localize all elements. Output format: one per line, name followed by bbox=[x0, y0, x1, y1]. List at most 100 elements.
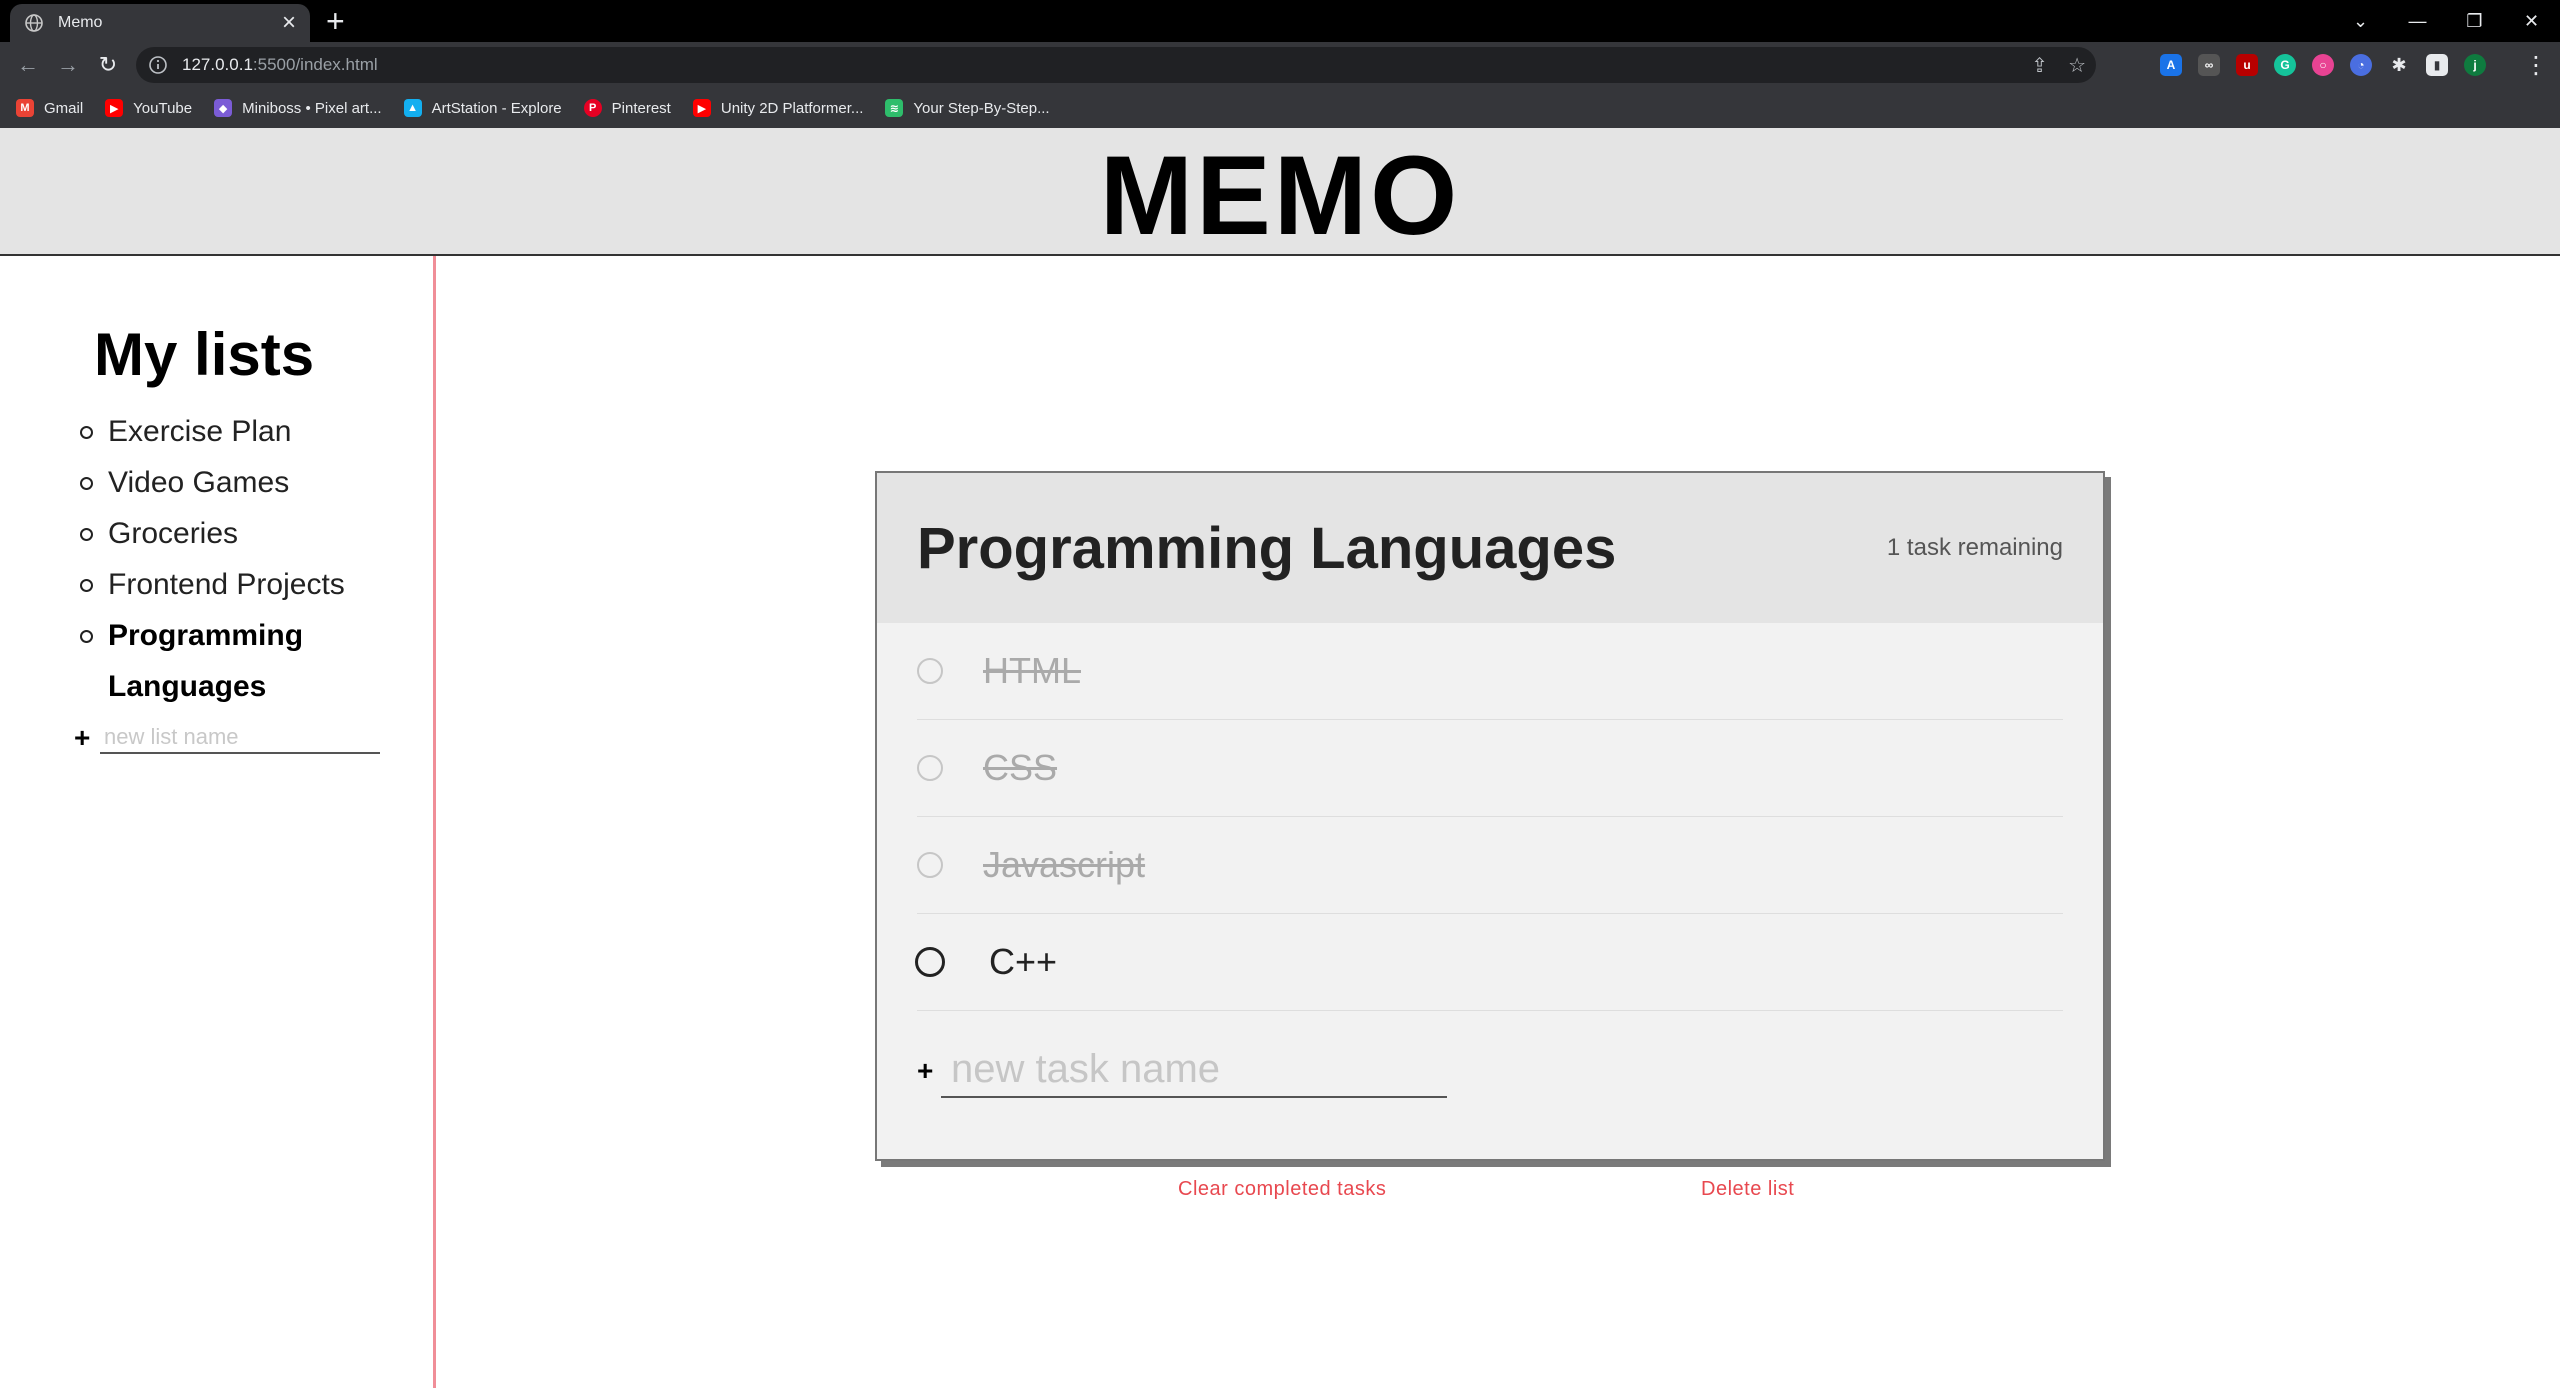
globe-icon bbox=[25, 14, 43, 32]
task-item[interactable]: CSS bbox=[917, 720, 2063, 817]
todo-header: Programming Languages 1 task remaining bbox=[877, 473, 2103, 623]
new-list-input[interactable] bbox=[100, 722, 380, 754]
tab-search-icon[interactable]: ⌄ bbox=[2332, 11, 2389, 32]
close-window-icon[interactable]: ✕ bbox=[2503, 11, 2560, 32]
list-item-label: Exercise Plan bbox=[108, 415, 292, 448]
glasses-extension-icon[interactable]: ∞ bbox=[2198, 54, 2220, 76]
list-item-label: Groceries bbox=[108, 517, 239, 550]
new-task-input[interactable] bbox=[941, 1043, 1447, 1098]
profile-avatar-icon[interactable]: j bbox=[2464, 54, 2486, 76]
circle-bullet-icon bbox=[80, 426, 93, 439]
new-list-form: + bbox=[74, 722, 380, 754]
browser-tab[interactable]: Memo × bbox=[10, 4, 310, 42]
task-checkbox[interactable] bbox=[915, 947, 945, 977]
task-item[interactable]: C++ bbox=[915, 914, 2063, 1011]
list-item-exercise-plan[interactable]: Exercise Plan bbox=[80, 406, 380, 457]
url-host: 127.0.0.1 bbox=[182, 55, 253, 74]
browser-toolbar: ← → ↻ 127.0.0.1:5500/index.html ⇪ ☆ A ∞ … bbox=[0, 42, 2560, 88]
delete-list-button[interactable]: Delete list bbox=[1701, 1178, 1794, 1201]
circle-bullet-icon bbox=[80, 528, 93, 541]
lists-sidebar: My lists Exercise Plan Video Games Groce… bbox=[0, 256, 436, 1388]
list-item-label: Programming Languages bbox=[108, 619, 304, 703]
list-item-video-games[interactable]: Video Games bbox=[80, 457, 380, 508]
list-item-label: Video Games bbox=[108, 466, 290, 499]
vpn-extension-icon[interactable]: ◔ bbox=[2350, 54, 2372, 76]
task-label: C++ bbox=[989, 941, 1058, 982]
share-icon[interactable]: ⇪ bbox=[2031, 53, 2048, 78]
task-count: 1 task remaining bbox=[1886, 534, 2063, 561]
bookmark-pinterest[interactable]: P Pinterest bbox=[583, 99, 671, 117]
task-label: CSS bbox=[983, 747, 1058, 788]
artstation-extension-icon[interactable]: A bbox=[2160, 54, 2182, 76]
list-of-lists: Exercise Plan Video Games Groceries Fron… bbox=[80, 406, 380, 712]
side-panel-icon[interactable]: ▮ bbox=[2426, 54, 2448, 76]
miniboss-icon: ◆ bbox=[214, 99, 233, 117]
bookmark-label: Your Step-By-Step... bbox=[913, 99, 1050, 117]
lists-title: My lists bbox=[94, 321, 315, 388]
restore-icon[interactable]: ❐ bbox=[2446, 11, 2503, 32]
pinterest-icon: P bbox=[583, 99, 602, 117]
bookmark-youtube[interactable]: ▶ YouTube bbox=[105, 99, 192, 117]
circle-bullet-icon bbox=[80, 630, 93, 643]
task-checkbox[interactable] bbox=[917, 658, 943, 684]
youtube-icon: ▶ bbox=[105, 99, 124, 117]
circle-bullet-icon bbox=[80, 579, 93, 592]
window-controls: ⌄ — ❐ ✕ bbox=[2332, 0, 2560, 42]
new-task-form: + bbox=[877, 1043, 2103, 1098]
forward-icon[interactable]: → bbox=[48, 42, 88, 88]
bookmark-unity-2d[interactable]: ▶ Unity 2D Platformer... bbox=[692, 99, 864, 117]
bookmark-label: ArtStation - Explore bbox=[431, 99, 562, 117]
puzzle-extensions-icon[interactable]: ✱ bbox=[2388, 54, 2410, 76]
menu-kebab-icon[interactable]: ⋮ bbox=[2524, 42, 2548, 88]
back-icon[interactable]: ← bbox=[8, 42, 48, 88]
task-checkbox[interactable] bbox=[917, 755, 943, 781]
task-label: Javascript bbox=[983, 844, 1146, 885]
close-tab-icon[interactable]: × bbox=[282, 11, 296, 35]
url-text: 127.0.0.1:5500/index.html bbox=[182, 55, 378, 75]
list-item-frontend-projects[interactable]: Frontend Projects bbox=[80, 559, 380, 610]
reload-icon[interactable]: ↻ bbox=[88, 42, 128, 88]
artstation-icon: ▲ bbox=[403, 99, 422, 117]
site-header: MEMO bbox=[0, 128, 2560, 258]
todo-list-card: Programming Languages 1 task remaining H… bbox=[875, 471, 2105, 1161]
bookmark-artstation[interactable]: ▲ ArtStation - Explore bbox=[403, 99, 562, 117]
task-item[interactable]: Javascript bbox=[917, 817, 2063, 914]
task-item[interactable]: HTML bbox=[917, 623, 2063, 720]
browser-tabstrip: Memo × + ⌄ — ❐ ✕ bbox=[0, 0, 2560, 42]
tab-title: Memo bbox=[58, 14, 103, 31]
list-item-programming-languages[interactable]: Programming Languages bbox=[80, 610, 380, 712]
list-item-groceries[interactable]: Groceries bbox=[80, 508, 380, 559]
bookmark-label: Gmail bbox=[44, 99, 84, 117]
list-item-label: Frontend Projects bbox=[108, 568, 345, 601]
plus-icon[interactable]: + bbox=[917, 1055, 937, 1087]
ublock-extension-icon[interactable]: u bbox=[2236, 54, 2258, 76]
url-path: :5500/index.html bbox=[252, 55, 378, 74]
youtube-icon: ▶ bbox=[692, 99, 711, 117]
gmail-icon: M bbox=[16, 99, 34, 117]
address-bar[interactable]: 127.0.0.1:5500/index.html ⇪ ☆ bbox=[136, 47, 2096, 83]
bookmark-label: Miniboss • Pixel art... bbox=[242, 99, 382, 117]
bookmark-miniboss[interactable]: ◆ Miniboss • Pixel art... bbox=[214, 99, 382, 117]
clear-completed-button[interactable]: Clear completed tasks bbox=[1178, 1178, 1386, 1201]
bookmark-label: YouTube bbox=[133, 99, 193, 117]
circle-bullet-icon bbox=[80, 477, 93, 490]
extensions-area: A ∞ u G ○ ◔ ✱ ▮ j bbox=[2160, 42, 2486, 88]
site-title: MEMO bbox=[1099, 132, 1461, 258]
bookmark-label: Unity 2D Platformer... bbox=[720, 99, 864, 117]
bookmark-gmail[interactable]: M Gmail bbox=[16, 99, 83, 117]
plus-icon[interactable]: + bbox=[74, 722, 100, 754]
new-tab-icon[interactable]: + bbox=[326, 5, 345, 37]
info-icon[interactable] bbox=[148, 55, 168, 75]
list-title: Programming Languages bbox=[917, 515, 1617, 581]
task-list: HTML CSS Javascript C++ bbox=[877, 623, 2103, 1011]
task-label: HTML bbox=[983, 650, 1081, 691]
bookmarks-bar: M Gmail ▶ YouTube ◆ Miniboss • Pixel art...… bbox=[0, 88, 2560, 128]
grammarly-extension-icon[interactable]: G bbox=[2274, 54, 2296, 76]
bookmark-label: Pinterest bbox=[611, 99, 671, 117]
bookmark-step-by-step[interactable]: ≋ Your Step-By-Step... bbox=[885, 99, 1050, 117]
color-picker-extension-icon[interactable]: ○ bbox=[2312, 54, 2334, 76]
layers-icon: ≋ bbox=[885, 99, 904, 117]
minimize-icon[interactable]: — bbox=[2389, 11, 2446, 32]
bookmark-star-icon[interactable]: ☆ bbox=[2068, 53, 2086, 78]
task-checkbox[interactable] bbox=[917, 852, 943, 878]
